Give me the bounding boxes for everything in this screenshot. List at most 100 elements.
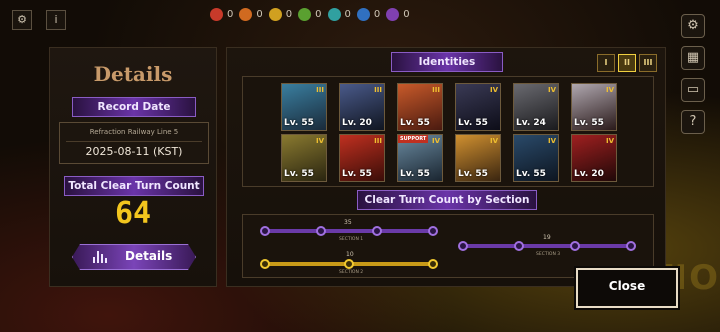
resource-bar: 0 0 0 0 0 0 0 [210, 8, 410, 21]
purple-orb-icon [386, 8, 400, 21]
identity-card[interactable]: IV Lv. 55 [281, 134, 327, 182]
identity-rank: IV [605, 137, 614, 145]
record-location: Refraction Railway Line 5 [89, 128, 179, 136]
identity-rank: III [316, 86, 324, 94]
support-badge: SUPPORT [398, 135, 429, 143]
identity-card[interactable]: III Lv. 20 [339, 83, 385, 131]
section-node [344, 259, 354, 269]
tier-button[interactable]: II [618, 54, 636, 72]
section-node [458, 241, 468, 251]
total-clear-value: 64 [114, 196, 152, 231]
identity-card[interactable]: IV Lv. 55 [455, 83, 501, 131]
resource-item: 0 [298, 8, 322, 21]
tier-button[interactable]: III [639, 54, 657, 72]
identity-card[interactable]: SUPPORT IV Lv. 55 [397, 134, 443, 182]
resource-item: 0 [327, 8, 351, 21]
green-orb-icon [298, 8, 312, 21]
section-2-turns: 10 [346, 251, 354, 258]
identity-card[interactable]: IV Lv. 55 [513, 134, 559, 182]
top-bar: ⚙ i 0 0 0 0 0 0 0 [0, 0, 720, 32]
details-panel: Details Record Date Refraction Railway L… [49, 47, 217, 287]
resource-count: 0 [315, 9, 322, 20]
total-clear-header: Total Clear Turn Count [64, 176, 204, 196]
section-3-track [463, 244, 631, 248]
resource-item: 0 [239, 8, 263, 21]
identity-rank: III [374, 86, 382, 94]
identity-level: Lv. 55 [400, 118, 430, 128]
identity-level: Lv. 55 [458, 118, 488, 128]
identity-rank: IV [489, 86, 498, 94]
identity-card[interactable]: IV Lv. 55 [571, 83, 617, 131]
identity-rank: IV [605, 86, 614, 94]
identity-level: Lv. 55 [458, 169, 488, 179]
close-button[interactable]: Close [576, 268, 678, 308]
section-1-track [265, 229, 435, 233]
identity-card[interactable]: IV Lv. 24 [513, 83, 559, 131]
gear-icon[interactable]: ⚙ [681, 14, 705, 38]
divider [66, 141, 202, 142]
identity-level: Lv. 55 [342, 169, 372, 179]
close-button-label: Close [608, 279, 646, 293]
tier-selector: I II III [597, 54, 657, 72]
identities-header: Identities [391, 52, 503, 72]
identity-card[interactable]: III Lv. 55 [281, 83, 327, 131]
identity-level: Lv. 55 [574, 118, 604, 128]
section-node [626, 241, 636, 251]
section-1-turns: 35 [344, 219, 352, 226]
record-date: 2025-08-11 (KST) [85, 145, 183, 158]
identity-card[interactable]: IV Lv. 20 [571, 134, 617, 182]
identity-level: Lv. 55 [400, 169, 430, 179]
red-gem-icon [210, 8, 223, 21]
identity-level: Lv. 20 [574, 169, 604, 179]
section-node [428, 259, 438, 269]
resource-item: 0 [356, 8, 381, 21]
bar-chart-icon [93, 251, 107, 263]
details-button[interactable]: Details [72, 244, 196, 270]
identity-level: Lv. 55 [284, 169, 314, 179]
tier-button[interactable]: I [597, 54, 615, 72]
folder-icon[interactable]: ▭ [681, 78, 705, 102]
info-button[interactable]: i [46, 10, 66, 30]
identity-level: Lv. 24 [516, 118, 546, 128]
section-node [316, 226, 326, 236]
blue-orb-icon [356, 8, 370, 21]
identity-rank: IV [315, 137, 324, 145]
resource-item: 0 [268, 8, 292, 21]
identity-level: Lv. 55 [516, 169, 546, 179]
record-date-header: Record Date [72, 97, 196, 117]
identity-card[interactable]: III Lv. 55 [397, 83, 443, 131]
identity-rank: IV [431, 137, 440, 145]
identity-level: Lv. 20 [342, 118, 372, 128]
identity-level: Lv. 55 [284, 118, 314, 128]
resource-count: 0 [403, 9, 410, 20]
section-node [514, 241, 524, 251]
yellow-orb-icon [268, 8, 282, 21]
resource-count: 0 [256, 9, 263, 20]
orange-cat-icon [239, 8, 253, 21]
resource-count: 0 [344, 9, 351, 20]
section-3-label: SECTION 3 [536, 252, 561, 257]
resource-item: 0 [210, 8, 233, 21]
resource-item: 0 [386, 8, 410, 21]
resource-count: 0 [227, 9, 234, 20]
identity-rank: IV [489, 137, 498, 145]
resource-count: 0 [373, 9, 381, 20]
identities-panel: Identities I II III III Lv. 55 III Lv. 20 III L… [226, 47, 666, 287]
help-icon[interactable]: ? [681, 110, 705, 134]
details-button-label: Details [125, 249, 173, 263]
record-box: Refraction Railway Line 5 2025-08-11 (KS… [59, 122, 209, 164]
settings-gear-small-icon[interactable]: ⚙ [12, 10, 32, 30]
section-node [260, 226, 270, 236]
identity-rank: III [374, 137, 382, 145]
section-node [428, 226, 438, 236]
calendar-icon[interactable]: ▦ [681, 46, 705, 70]
identity-rank: IV [547, 86, 556, 94]
identity-card[interactable]: IV Lv. 55 [455, 134, 501, 182]
identity-card[interactable]: III Lv. 55 [339, 134, 385, 182]
identity-rank: IV [547, 137, 556, 145]
section-3-turns: 19 [543, 234, 551, 241]
teal-orb-icon [327, 8, 341, 21]
identity-grid: III Lv. 55 III Lv. 20 III Lv. 55 IV Lv. 55 IV Lv.… [242, 76, 654, 187]
section-node [372, 226, 382, 236]
section-1-label: SECTION 1 [339, 237, 364, 242]
